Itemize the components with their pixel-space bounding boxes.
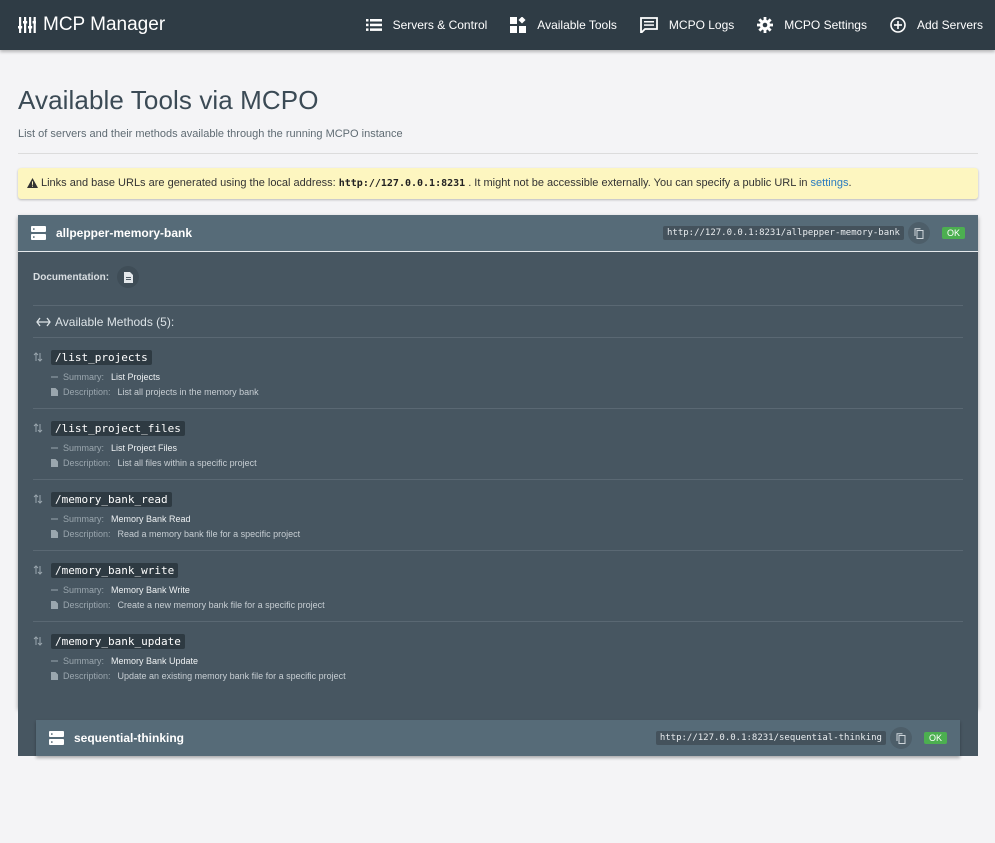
method-item[interactable]: /list_projects Summary: List Projects Descr… <box>33 337 963 408</box>
nav-label: MCPO Logs <box>668 18 735 32</box>
brand[interactable]: MCP Manager <box>0 14 165 36</box>
nav-mcpo-settings[interactable]: MCPO Settings <box>757 17 867 33</box>
list-icon <box>365 19 382 31</box>
description-label: Description: <box>63 386 111 397</box>
nav-add-servers[interactable]: Add Servers <box>890 17 983 33</box>
document-icon <box>51 387 63 396</box>
document-icon <box>51 529 63 538</box>
server-card: sequential-thinking http://127.0.0.1:823… <box>36 720 960 756</box>
method-summary: Memory Bank Write <box>111 584 190 595</box>
server-card: allpepper-memory-bank http://127.0.0.1:8… <box>18 215 978 708</box>
method-path: /memory_bank_read <box>51 491 172 507</box>
dash-icon <box>51 517 63 521</box>
notice-end: . <box>848 177 852 189</box>
local-address-notice: Links and base URLs are generated using … <box>18 168 978 199</box>
server-name: allpepper-memory-bank <box>56 226 193 240</box>
documentation-row: Documentation: <box>33 266 963 288</box>
document-icon <box>51 671 63 680</box>
server-url: http://127.0.0.1:8231/sequential-thinkin… <box>655 731 886 745</box>
nav-servers-control[interactable]: Servers & Control <box>365 18 488 32</box>
document-icon <box>123 271 133 283</box>
brand-title: MCP Manager <box>43 14 166 35</box>
equalizer-icon <box>18 17 36 33</box>
method-description: List all files within a specific project <box>117 457 257 468</box>
document-icon <box>51 600 63 609</box>
server-url: http://127.0.0.1:8231/allpepper-memory-b… <box>662 226 904 240</box>
server-icon <box>49 731 64 745</box>
swap-vertical-icon <box>33 565 51 575</box>
method-path: /list_project_files <box>51 420 185 436</box>
notice-address: http://127.0.0.1:8231 <box>338 177 466 189</box>
method-item[interactable]: /list_project_files Summary: List Project … <box>33 408 963 479</box>
method-description: List all projects in the memory bank <box>117 386 259 397</box>
nav-available-tools[interactable]: Available Tools <box>510 17 617 33</box>
swap-vertical-icon <box>33 423 51 433</box>
divider <box>18 153 978 154</box>
method-item[interactable]: /memory_bank_update Summary: Memory Bank U… <box>33 621 963 692</box>
nav-label: MCPO Settings <box>784 18 867 32</box>
copy-icon <box>914 227 924 239</box>
server-name: sequential-thinking <box>74 731 185 745</box>
page-title: Available Tools via MCPO <box>18 85 319 115</box>
method-path: /list_projects <box>51 349 152 365</box>
method-item[interactable]: /memory_bank_read Summary: Memory Bank Rea… <box>33 479 963 550</box>
swap-vertical-icon <box>33 636 51 646</box>
server-icon <box>31 226 46 240</box>
description-label: Description: <box>63 528 111 539</box>
description-label: Description: <box>63 670 111 681</box>
method-summary: Memory Bank Read <box>111 513 191 524</box>
copy-icon <box>896 732 906 744</box>
method-item[interactable]: /memory_bank_write Summary: Memory Bank Wr… <box>33 550 963 621</box>
method-summary: List Projects <box>111 371 161 382</box>
warning-icon <box>27 178 38 188</box>
settings-link[interactable]: settings <box>811 177 849 189</box>
dash-icon <box>51 659 63 663</box>
summary-label: Summary: <box>63 371 105 382</box>
server-header[interactable]: sequential-thinking http://127.0.0.1:823… <box>36 720 960 756</box>
server-header[interactable]: allpepper-memory-bank http://127.0.0.1:8… <box>18 215 978 252</box>
summary-label: Summary: <box>63 584 105 595</box>
notice-text: Links and base URLs are generated using … <box>41 177 336 189</box>
plus-circle-icon <box>890 17 906 33</box>
nav-label: Add Servers <box>916 18 983 32</box>
method-description: Read a memory bank file for a specific p… <box>117 528 301 539</box>
dash-icon <box>51 446 63 450</box>
nav-mcpo-logs[interactable]: MCPO Logs <box>640 17 734 33</box>
summary-label: Summary: <box>63 513 105 524</box>
status-badge: OK <box>923 732 947 744</box>
server-list-tail: sequential-thinking http://127.0.0.1:823… <box>18 708 978 756</box>
documentation-button[interactable] <box>117 266 140 288</box>
method-summary: Memory Bank Update <box>111 655 199 666</box>
status-badge: OK <box>941 227 965 239</box>
copy-url-button[interactable] <box>907 222 930 244</box>
swap-vertical-icon <box>33 352 51 362</box>
copy-url-button[interactable] <box>889 727 912 749</box>
summary-label: Summary: <box>63 655 105 666</box>
method-description: Create a new memory bank file for a spec… <box>117 599 325 610</box>
nav-label: Available Tools <box>537 18 617 32</box>
description-label: Description: <box>63 599 111 610</box>
methods-title-label: Available Methods (5): <box>55 314 175 329</box>
widgets-icon <box>510 17 527 33</box>
gear-icon <box>757 17 774 33</box>
documentation-label: Documentation: <box>33 271 110 283</box>
description-label: Description: <box>63 457 111 468</box>
document-icon <box>51 458 63 467</box>
nav-label: Servers & Control <box>392 18 488 32</box>
method-path: /memory_bank_update <box>51 633 185 649</box>
page-subtitle: List of servers and their methods availa… <box>18 128 403 140</box>
swap-vertical-icon <box>33 494 51 504</box>
top-navbar: MCP Manager Servers & Control Available … <box>0 0 995 50</box>
code-arrows-icon <box>36 317 51 327</box>
summary-label: Summary: <box>63 442 105 453</box>
methods-title: Available Methods (5): <box>33 306 963 337</box>
method-description: Update an existing memory bank file for … <box>117 670 346 681</box>
message-icon <box>640 17 658 33</box>
notice-text-after: . It might not be accessible externally.… <box>468 177 808 189</box>
method-path: /memory_bank_write <box>51 562 179 578</box>
dash-icon <box>51 375 63 379</box>
method-summary: List Project Files <box>111 442 178 453</box>
dash-icon <box>51 588 63 592</box>
methods-list: /list_projects Summary: List Projects Descr… <box>33 337 963 692</box>
